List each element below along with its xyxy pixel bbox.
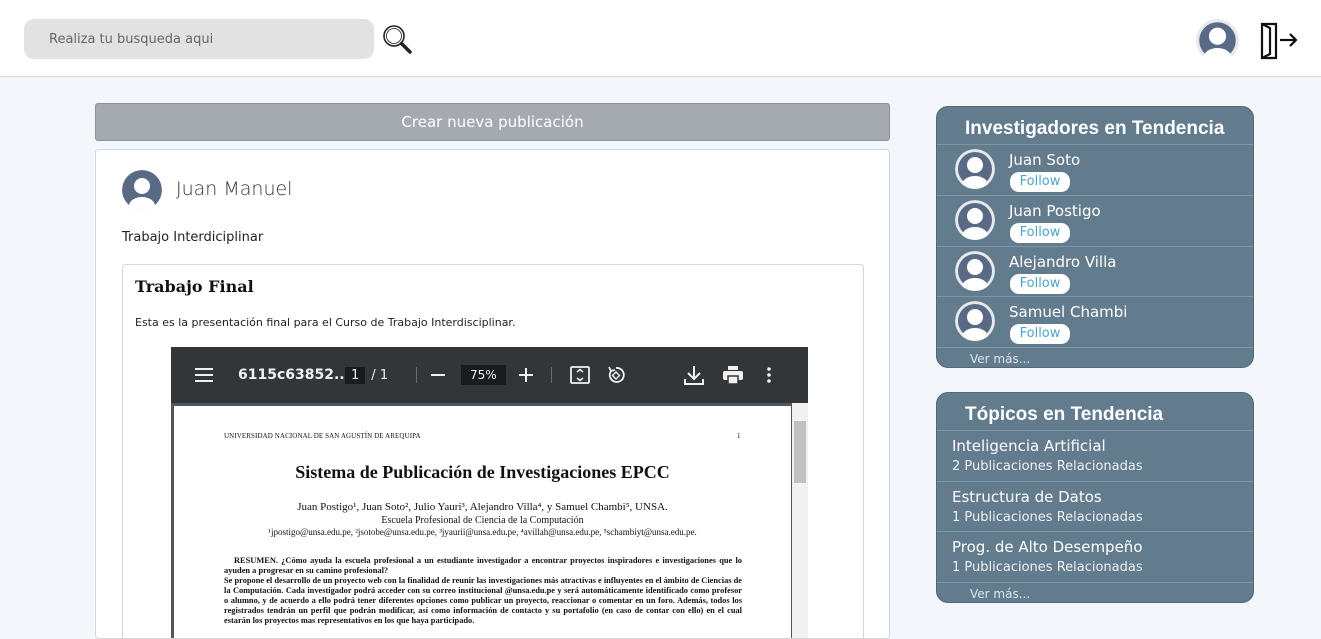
follow-button[interactable]: Follow xyxy=(1010,223,1070,243)
user-avatar-icon[interactable] xyxy=(1196,19,1239,62)
pdf-scrollbar-thumb[interactable] xyxy=(794,421,806,483)
topic-count: 1 Publicaciones Relacionadas xyxy=(952,560,1143,575)
zoom-value: 75% xyxy=(461,365,506,385)
follow-button[interactable]: Follow xyxy=(1010,172,1070,192)
download-icon[interactable] xyxy=(683,347,705,403)
toolbar-divider xyxy=(416,367,417,383)
topic-name[interactable]: Prog. de Alto Desempeño xyxy=(952,538,1143,556)
follow-button[interactable]: Follow xyxy=(1010,274,1070,294)
avatar-icon[interactable] xyxy=(122,170,162,210)
menu-icon[interactable] xyxy=(195,347,215,403)
pdf-viewer[interactable]: 6115c63852... 1 / 1 75% UNIVERSIDAD NACI… xyxy=(171,347,808,638)
pdf-page-indicator: 1 / 1 xyxy=(345,347,388,403)
avatar-icon[interactable] xyxy=(955,251,995,291)
page-total: 1 xyxy=(379,367,389,383)
follow-button[interactable]: Follow xyxy=(1010,324,1070,344)
researcher-item: Juan Postigo Follow xyxy=(937,195,1253,246)
publication-card: Trabajo Final Esta es la presentación fi… xyxy=(122,264,864,638)
avatar-icon[interactable] xyxy=(955,301,995,341)
avatar-icon[interactable] xyxy=(955,149,995,189)
create-post-button[interactable]: Crear nueva publicación xyxy=(95,103,890,141)
researcher-name[interactable]: Samuel Chambi xyxy=(1009,303,1127,321)
pdf-filename: 6115c63852... xyxy=(238,367,350,383)
researcher-item: Alejandro Villa Follow xyxy=(937,246,1253,296)
toolbar-divider xyxy=(551,367,552,383)
fit-page-icon[interactable] xyxy=(570,347,590,403)
see-more-researchers-link[interactable]: Ver más... xyxy=(937,347,1253,367)
topic-item[interactable]: Prog. de Alto Desempeño 1 Publicaciones … xyxy=(937,531,1253,582)
top-bar xyxy=(0,0,1321,77)
pdf-page: UNIVERSIDAD NACIONAL DE SAN AGUSTÍN DE A… xyxy=(174,406,791,638)
search-icon[interactable] xyxy=(380,22,414,56)
post-subject: Trabajo Interdiciplinar xyxy=(122,230,264,245)
trending-researchers-panel: Investigadores en Tendencia Juan Soto Fo… xyxy=(936,106,1254,368)
page-separator: / xyxy=(371,367,376,383)
researcher-item: Juan Soto Follow xyxy=(937,144,1253,195)
avatar-icon[interactable] xyxy=(955,200,995,240)
topic-count: 1 Publicaciones Relacionadas xyxy=(952,510,1143,525)
doc-title: Sistema de Publicación de Investigacione… xyxy=(295,462,670,482)
panel-title: Investigadores en Tendencia xyxy=(965,118,1225,139)
print-icon[interactable] xyxy=(723,347,745,403)
search-input[interactable] xyxy=(24,19,374,59)
publication-title: Trabajo Final xyxy=(135,277,254,296)
logout-icon[interactable] xyxy=(1258,20,1300,62)
researcher-item: Samuel Chambi Follow xyxy=(937,296,1253,347)
doc-school: Escuela Profesional de Ciencia de la Com… xyxy=(381,515,584,526)
researcher-name[interactable]: Juan Soto xyxy=(1009,151,1080,169)
more-options-icon[interactable] xyxy=(767,347,777,403)
trending-topics-panel: Tópicos en Tendencia Inteligencia Artifi… xyxy=(936,392,1254,603)
pdf-toolbar: 6115c63852... 1 / 1 75% xyxy=(171,347,808,403)
doc-page-number: 1 xyxy=(737,432,741,440)
zoom-level[interactable]: 75% xyxy=(461,347,506,403)
topic-item[interactable]: Estructura de Datos 1 Publicaciones Rela… xyxy=(937,481,1253,531)
doc-authors: Juan Postigo¹, Juan Soto², Julio Yauri³,… xyxy=(297,501,668,513)
post-card: Juan Manuel Trabajo Interdiciplinar Trab… xyxy=(95,149,890,639)
publication-description: Esta es la presentación final para el Cu… xyxy=(135,316,516,329)
panel-title: Tópicos en Tendencia xyxy=(965,404,1164,425)
doc-abstract: RESUMEN. ¿Cómo ayuda la escuela profesio… xyxy=(224,556,742,626)
topic-name[interactable]: Inteligencia Artificial xyxy=(952,437,1106,455)
researcher-name[interactable]: Alejandro Villa xyxy=(1009,253,1116,271)
topic-count: 2 Publicaciones Relacionadas xyxy=(952,459,1143,474)
topic-item[interactable]: Inteligencia Artificial 2 Publicaciones … xyxy=(937,430,1253,481)
zoom-in-icon[interactable] xyxy=(519,347,535,403)
abstract-paragraph: RESUMEN. ¿Cómo ayuda la escuela profesio… xyxy=(224,556,742,575)
topic-name[interactable]: Estructura de Datos xyxy=(952,488,1102,506)
doc-header: UNIVERSIDAD NACIONAL DE SAN AGUSTÍN DE A… xyxy=(224,432,421,440)
page-input[interactable]: 1 xyxy=(345,366,366,384)
researcher-name[interactable]: Juan Postigo xyxy=(1009,202,1101,220)
rotate-icon[interactable] xyxy=(606,347,626,403)
doc-emails: ¹jpostigo@unsa.edu.pe, ²jsotobe@unsa.edu… xyxy=(268,527,697,537)
zoom-out-icon[interactable] xyxy=(431,347,445,403)
see-more-topics-link[interactable]: Ver más... xyxy=(937,582,1253,602)
abstract-paragraph: Se propone el desarrollo de un proyecto … xyxy=(224,576,743,625)
post-author[interactable]: Juan Manuel xyxy=(176,178,292,200)
